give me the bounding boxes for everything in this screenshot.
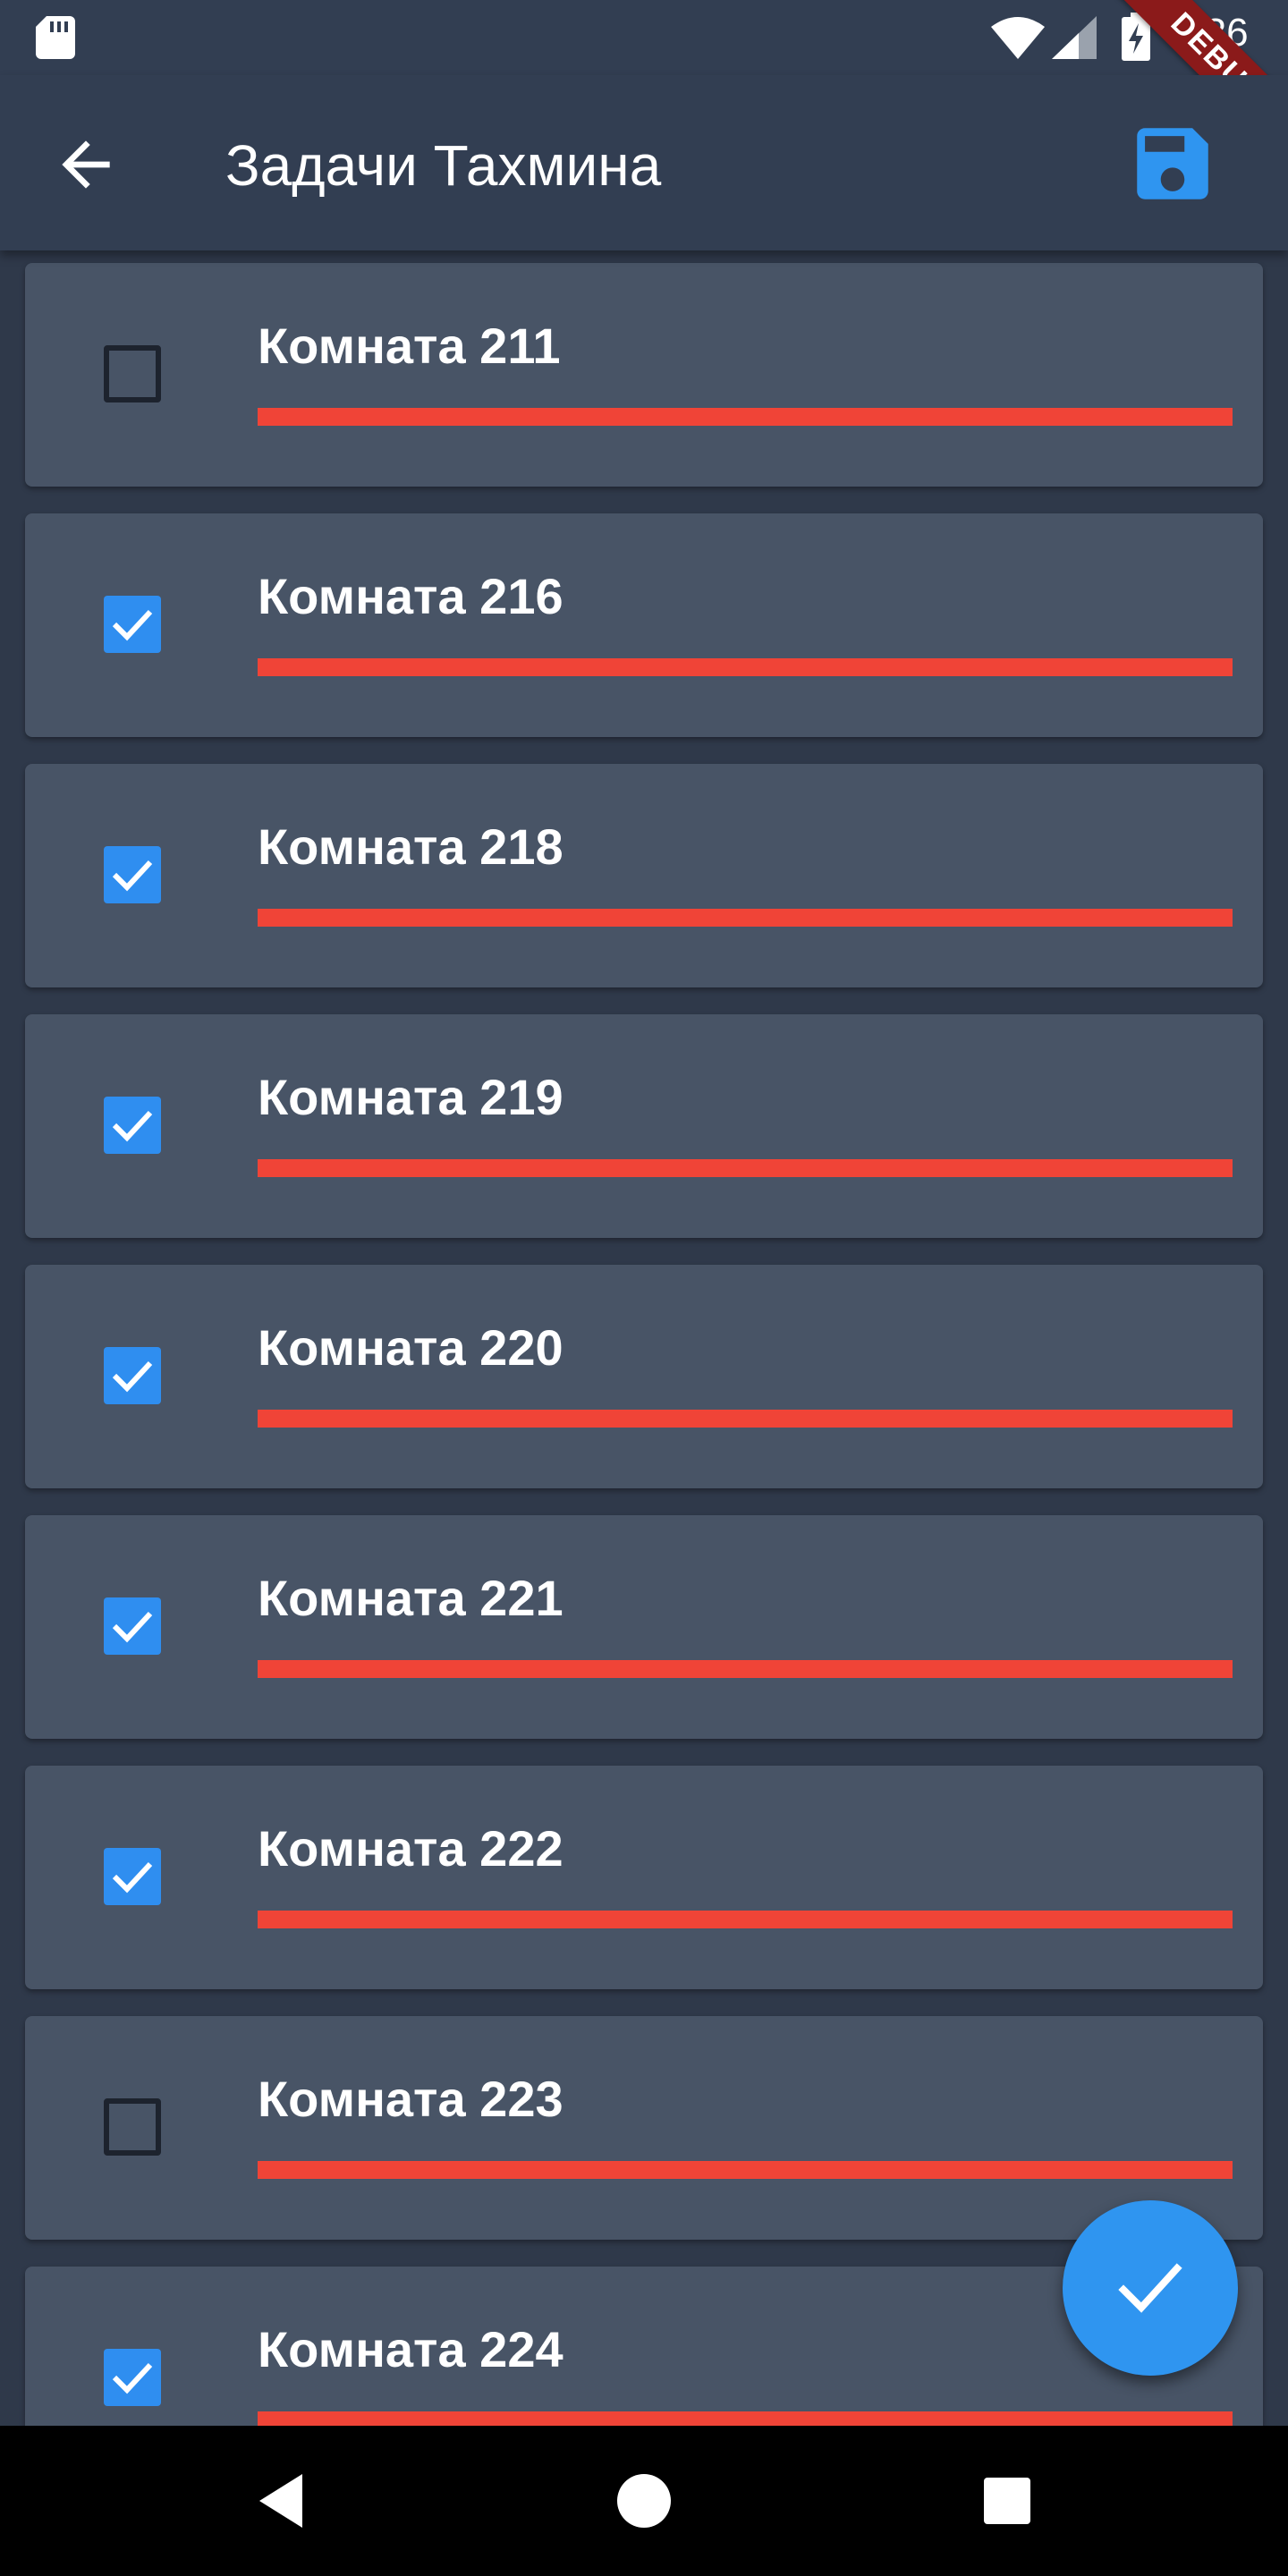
task-card[interactable]: Комната 218 <box>25 764 1263 987</box>
checkbox-checked[interactable] <box>104 1597 161 1655</box>
checkmark-icon <box>112 609 153 641</box>
save-icon <box>1137 128 1208 199</box>
checkbox-checked[interactable] <box>104 846 161 903</box>
task-progress-bar <box>258 408 1233 426</box>
checkbox-checked[interactable] <box>104 1347 161 1404</box>
task-label: Комната 211 <box>258 318 561 374</box>
task-label: Комната 223 <box>258 2071 564 2127</box>
confirm-fab[interactable] <box>1063 2200 1238 2376</box>
task-card[interactable]: Комната 211 <box>25 263 1263 487</box>
checkbox-unchecked[interactable] <box>104 2098 161 2156</box>
task-list[interactable]: Комната 211 Комната 216 Комната 218 Комната… <box>0 250 1288 2426</box>
checkbox-checked[interactable] <box>104 1848 161 1905</box>
task-card[interactable]: Комната 219 <box>25 1014 1263 1238</box>
task-progress-bar <box>258 2411 1233 2426</box>
task-card[interactable]: Комната 216 <box>25 513 1263 737</box>
task-progress-bar <box>258 1410 1233 1428</box>
task-label: Комната 222 <box>258 1820 564 1877</box>
status-bar: 9:36 DEBUG <box>0 0 1288 185</box>
task-label: Комната 218 <box>258 818 564 875</box>
task-progress-bar <box>258 1911 1233 1928</box>
task-card[interactable]: Комната 222 <box>25 1766 1263 1989</box>
checkmark-icon <box>112 1360 153 1393</box>
task-label: Комната 220 <box>258 1319 564 1376</box>
nav-home-icon[interactable] <box>615 2472 673 2534</box>
task-progress-bar <box>258 909 1233 927</box>
task-card[interactable]: Комната 220 <box>25 1265 1263 1488</box>
task-progress-bar <box>258 1159 1233 1177</box>
checkmark-icon <box>112 2362 153 2394</box>
task-label: Комната 224 <box>258 2321 564 2377</box>
checkmark-icon <box>112 1110 153 1142</box>
back-button[interactable] <box>50 129 122 200</box>
checkmark-icon <box>112 1611 153 1643</box>
checkmark-icon <box>112 1861 153 1894</box>
task-progress-bar <box>258 658 1233 676</box>
check-icon <box>1118 2263 1182 2313</box>
checkbox-unchecked[interactable] <box>104 345 161 402</box>
wifi-icon <box>991 16 1045 64</box>
sd-card-icon <box>36 16 75 64</box>
arrow-back-icon <box>62 140 110 189</box>
nav-back-icon[interactable] <box>256 2472 306 2534</box>
task-progress-bar <box>258 2161 1233 2179</box>
task-progress-bar <box>258 1660 1233 1678</box>
checkmark-icon <box>112 860 153 892</box>
save-button[interactable] <box>1125 116 1220 211</box>
signal-icon <box>1052 16 1097 64</box>
checkbox-checked[interactable] <box>104 2349 161 2406</box>
checkbox-checked[interactable] <box>104 596 161 653</box>
checkbox-checked[interactable] <box>104 1097 161 1154</box>
task-label: Комната 216 <box>258 568 564 624</box>
task-card[interactable]: Комната 223 <box>25 2016 1263 2240</box>
task-label: Комната 221 <box>258 1570 564 1626</box>
page-title: Задачи Тахмина <box>225 133 662 198</box>
nav-recents-icon[interactable] <box>982 2476 1032 2530</box>
task-label: Комната 219 <box>258 1069 564 1125</box>
app-bar: Задачи Тахмина <box>0 75 1288 250</box>
task-card[interactable]: Комната 221 <box>25 1515 1263 1739</box>
system-nav-bar <box>0 2426 1288 2576</box>
